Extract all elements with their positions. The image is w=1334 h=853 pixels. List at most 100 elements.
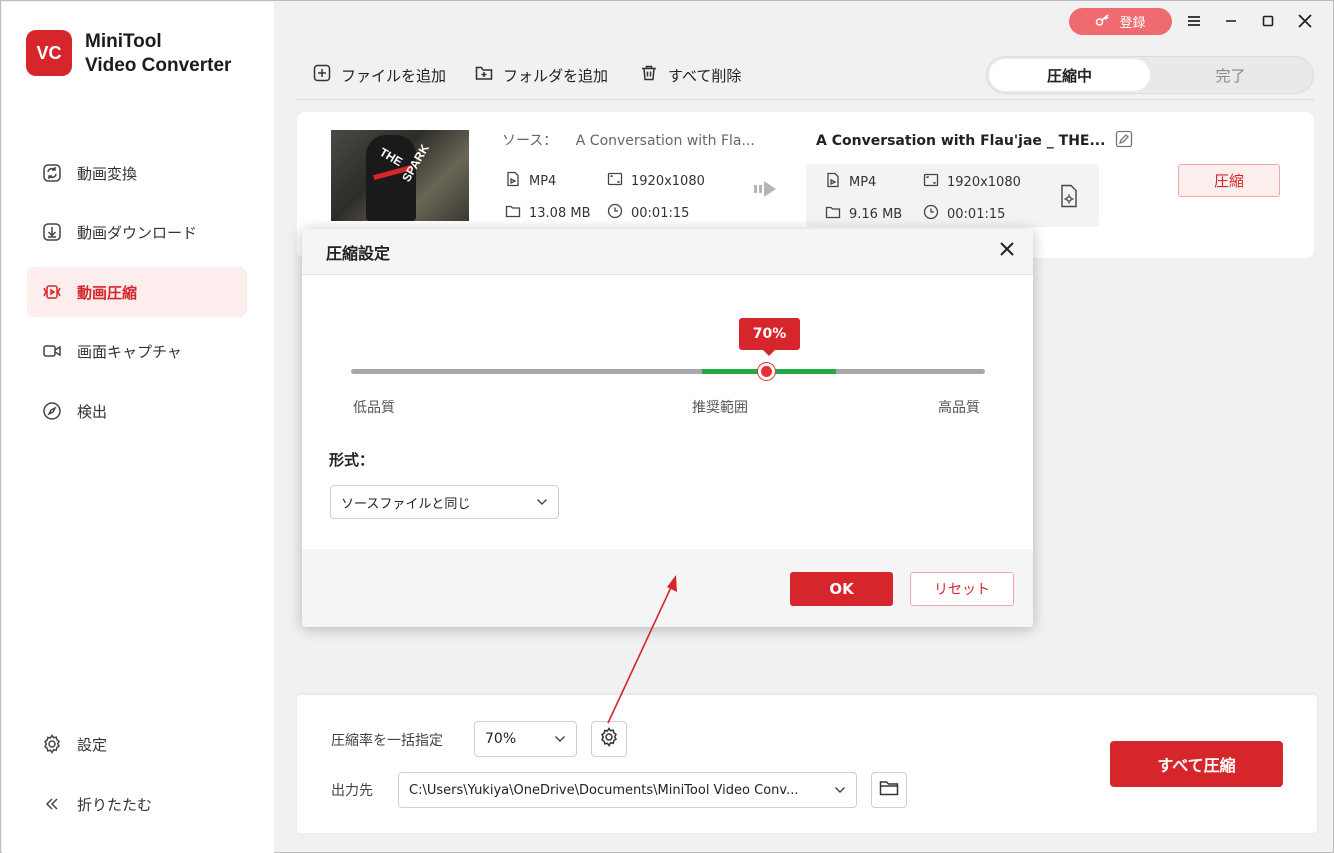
login-button[interactable]: 登録 bbox=[1069, 8, 1172, 35]
arrow-right-icon bbox=[754, 178, 780, 204]
brand-line2: Video Converter bbox=[85, 55, 232, 76]
compress-icon bbox=[41, 281, 63, 303]
video-thumbnail[interactable]: THE SPARK bbox=[331, 130, 469, 221]
brand-line1: MiniTool bbox=[85, 31, 162, 52]
add-file-label: ファイルを追加 bbox=[341, 66, 447, 85]
target-format-value: MP4 bbox=[849, 174, 877, 190]
target-size-value: 9.16 MB bbox=[849, 206, 903, 222]
chevron-down-icon bbox=[554, 731, 566, 747]
tab-completed[interactable]: 完了 bbox=[1150, 59, 1311, 91]
source-label: ソース： bbox=[502, 133, 558, 149]
bottom-panel: 圧縮率を一括指定 70% 出力先 C:\Users\Yukiya\OneDriv… bbox=[297, 695, 1317, 833]
sidebar-item-label: 画面キャプチャ bbox=[77, 342, 182, 361]
compression-settings-button[interactable] bbox=[591, 721, 627, 757]
ratio-select[interactable]: 70% bbox=[474, 721, 577, 757]
format-select-value: ソースファイルと同じ bbox=[341, 496, 471, 512]
source-name: A Conversation with Fla... bbox=[575, 133, 755, 149]
format-label: 形式： bbox=[329, 451, 375, 469]
output-label: 出力先 bbox=[331, 783, 373, 799]
convert-icon bbox=[41, 162, 63, 184]
sidebar-item-label: 動画変換 bbox=[77, 164, 138, 183]
key-icon bbox=[1095, 13, 1111, 31]
compress-all-button[interactable]: すべて圧縮 bbox=[1110, 741, 1283, 787]
status-tabs: 圧縮中 完了 bbox=[986, 56, 1314, 94]
sidebar-item-label: 検出 bbox=[77, 402, 108, 421]
delete-all-button[interactable]: すべて削除 bbox=[640, 63, 741, 87]
target-name: A Conversation with Flau'jae _ THE... bbox=[816, 133, 1106, 149]
low-quality-label: 低品質 bbox=[353, 400, 395, 416]
sidebar-item-video-convert[interactable]: 動画変換 bbox=[27, 148, 247, 198]
quality-slider[interactable] bbox=[351, 363, 985, 380]
file-video-icon bbox=[825, 172, 841, 192]
sidebar-item-screen-capture[interactable]: 画面キャプチャ bbox=[27, 326, 247, 376]
app-window: VC MiniTool Video Converter 動画変換 動画ダウンロー… bbox=[0, 0, 1334, 853]
add-folder-label: フォルダを追加 bbox=[503, 66, 609, 85]
slider-value-tooltip: 70% bbox=[739, 318, 800, 356]
recommended-range-label: 推奨範囲 bbox=[692, 400, 748, 416]
file-settings-icon[interactable] bbox=[1058, 184, 1080, 212]
chevron-down-icon bbox=[834, 783, 846, 798]
sidebar-collapse[interactable]: 折りたたむ bbox=[27, 779, 247, 829]
trash-icon bbox=[640, 64, 658, 86]
resolution-icon bbox=[607, 171, 623, 191]
sidebar-item-discover[interactable]: 検出 bbox=[27, 386, 247, 436]
folder-icon bbox=[505, 203, 521, 223]
dialog-title: 圧縮設定 bbox=[302, 229, 1033, 275]
tab-compressing[interactable]: 圧縮中 bbox=[989, 59, 1150, 91]
ratio-select-value: 70% bbox=[485, 731, 517, 747]
dialog-close-icon[interactable] bbox=[999, 241, 1019, 261]
login-label: 登録 bbox=[1119, 16, 1146, 31]
compress-button[interactable]: 圧縮 bbox=[1178, 164, 1280, 197]
clock-icon bbox=[607, 203, 623, 223]
format-select[interactable]: ソースファイルと同じ bbox=[330, 485, 559, 519]
compass-icon bbox=[41, 400, 63, 422]
sidebar-item-label: 動画圧縮 bbox=[77, 283, 138, 302]
source-size: 13.08 MB bbox=[505, 203, 590, 223]
app-logo: VC bbox=[26, 30, 72, 76]
delete-all-label: すべて削除 bbox=[668, 66, 742, 85]
add-folder-icon bbox=[475, 64, 493, 86]
source-resolution: 1920x1080 bbox=[607, 171, 705, 191]
target-resolution: 1920x1080 bbox=[923, 172, 1021, 192]
video-camera-icon bbox=[41, 340, 63, 362]
edit-icon[interactable] bbox=[1115, 130, 1133, 152]
target-duration-value: 00:01:15 bbox=[947, 206, 1006, 222]
add-file-icon bbox=[313, 64, 331, 86]
target-info-box: MP4 1920x1080 9.16 MB 00:01:15 bbox=[806, 164, 1099, 227]
sidebar-item-label: 設定 bbox=[77, 735, 108, 754]
target-resolution-value: 1920x1080 bbox=[947, 174, 1021, 190]
source-size-value: 13.08 MB bbox=[529, 205, 591, 221]
resolution-icon bbox=[923, 172, 939, 192]
browse-folder-button[interactable] bbox=[871, 772, 907, 808]
target-title-row: A Conversation with Flau'jae _ THE... bbox=[816, 130, 1133, 152]
maximize-icon[interactable] bbox=[1256, 9, 1280, 33]
sidebar-item-video-download[interactable]: 動画ダウンロード bbox=[27, 207, 247, 257]
sidebar-item-label: 折りたたむ bbox=[77, 795, 153, 814]
source-format-value: MP4 bbox=[529, 173, 557, 189]
close-icon[interactable] bbox=[1293, 9, 1317, 33]
high-quality-label: 高品質 bbox=[938, 400, 980, 416]
add-folder-button[interactable]: フォルダを追加 bbox=[475, 63, 608, 87]
reset-button[interactable]: リセット bbox=[910, 572, 1014, 606]
output-path-select[interactable]: C:\Users\Yukiya\OneDrive\Documents\MiniT… bbox=[398, 772, 857, 808]
download-icon bbox=[41, 221, 63, 243]
ok-button[interactable]: OK bbox=[790, 572, 893, 606]
minimize-icon[interactable] bbox=[1219, 9, 1243, 33]
gear-icon bbox=[41, 733, 63, 755]
app-brand: MiniTool Video Converter bbox=[85, 30, 265, 78]
gear-icon bbox=[599, 727, 619, 751]
add-file-button[interactable]: ファイルを追加 bbox=[313, 63, 446, 87]
slider-handle[interactable] bbox=[758, 363, 775, 380]
source-resolution-value: 1920x1080 bbox=[631, 173, 705, 189]
menu-icon[interactable] bbox=[1182, 9, 1206, 33]
sidebar-item-video-compress[interactable]: 動画圧縮 bbox=[27, 267, 247, 317]
folder-icon bbox=[879, 779, 899, 801]
source-format: MP4 bbox=[505, 171, 556, 191]
target-size: 9.16 MB bbox=[825, 204, 902, 224]
double-chevron-left-icon bbox=[41, 793, 63, 815]
target-format: MP4 bbox=[825, 172, 876, 192]
sidebar-item-settings[interactable]: 設定 bbox=[27, 719, 247, 769]
chevron-down-icon bbox=[536, 495, 548, 510]
ratio-label: 圧縮率を一括指定 bbox=[331, 733, 443, 749]
sidebar-item-label: 動画ダウンロード bbox=[77, 223, 198, 242]
